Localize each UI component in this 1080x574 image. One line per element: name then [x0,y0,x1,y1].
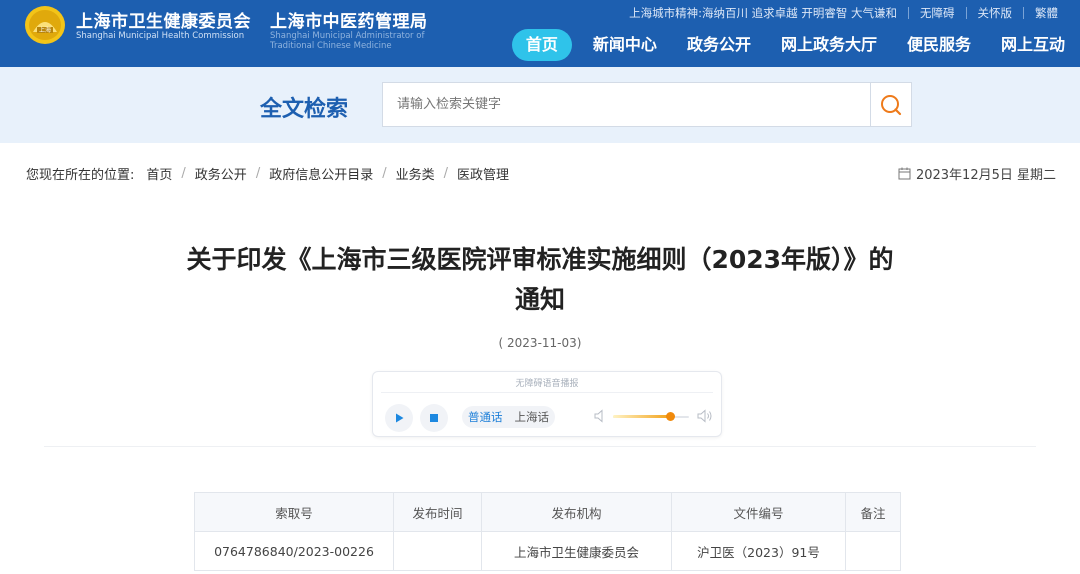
volume-slider-knob[interactable] [665,412,675,421]
org2-title-en: Shanghai Municipal Administrator of Trad… [270,31,425,51]
top-links: 上海城市精神: 海纳百川 追求卓越 开明睿智 大气谦和 无障碍 关怀版 繁體 [629,5,1058,21]
city-spirit-label: 上海城市精神: [629,6,703,20]
stop-button[interactable] [420,404,448,432]
site-header: 上海 上海市卫生健康委员会 Shanghai Municipal Health … [0,0,1080,67]
cell-publisher: 上海市卫生健康委员会 [481,531,672,571]
article-date: ( 2023-11-03) [498,336,582,350]
org1-title: 上海市卫生健康委员会 [76,12,251,32]
column-header-index-no: 索取号 [194,492,394,532]
cell-document-no: 沪卫医（2023）91号 [671,531,846,571]
breadcrumb-item-gov-affairs[interactable]: 政务公开 [195,164,247,183]
divider [965,7,967,19]
divider [1023,7,1024,19]
breadcrumb-separator: / [382,166,387,181]
org1-title-en: Shanghai Municipal Health Commission [76,31,245,41]
audio-player: 无障碍语音播报 普通话 上海话 [372,371,722,437]
search-input[interactable] [382,82,870,127]
volume-low-icon[interactable] [594,409,607,423]
article-title: 关于印发《上海市三级医院评审标准实施细则（2023年版）》的 通知 [100,240,980,320]
nav-news[interactable]: 新闻中心 [578,29,672,61]
divider [381,392,713,393]
divider [908,7,909,19]
breadcrumb-item-medical-admin[interactable]: 医政管理 [457,164,509,183]
column-header-document-no: 文件编号 [671,492,846,532]
search-icon [881,94,902,115]
current-date-text: 2023年12月5日 星期二 [915,168,1056,183]
nav-online-services[interactable]: 网上政务大厅 [766,29,892,61]
calendar-icon [898,167,911,180]
breadcrumb-separator: / [443,166,449,181]
nav-interaction[interactable]: 网上互动 [986,29,1080,61]
city-spirit-text: 海纳百川 追求卓越 开明睿智 大气谦和 [702,6,897,20]
breadcrumb-separator: / [181,166,186,181]
article-title-line2: 通知 [514,285,565,314]
breadcrumb-prefix: 您现在所在的位置: [26,168,135,183]
search-band: 全文检索 [0,67,1080,143]
search-button[interactable] [870,82,912,127]
volume-slider[interactable] [613,412,689,421]
svg-text:上海: 上海 [39,26,51,34]
cell-publish-time [393,531,482,571]
search-title: 全文检索 [260,97,349,122]
care-version-link[interactable]: 关怀版 [978,5,1013,21]
lang-option-mandarin[interactable]: 普通话 [462,409,509,425]
logo-emblem-icon[interactable]: 上海 [24,5,66,45]
volume-high-icon[interactable] [697,409,713,423]
play-icon [396,413,404,423]
current-date: 2023年12月5日 星期二 [898,164,1056,183]
table-header-row: 索取号 发布时间 发布机构 文件编号 备注 [194,492,901,532]
main-nav: 首页 新闻中心 政务公开 网上政务大厅 便民服务 网上互动 [511,29,1080,61]
cell-index-no: 0764786840/2023-00226 [194,531,394,571]
content-divider [44,446,1036,447]
nav-gov-affairs[interactable]: 政务公开 [672,29,766,61]
column-header-publish-time: 发布时间 [393,492,482,532]
dialect-toggle: 普通话 上海话 [462,406,555,428]
breadcrumb: 您现在所在的位置: 首页 / 政务公开 / 政府信息公开目录 / 业务类 / 医… [26,164,509,183]
nav-home[interactable]: 首页 [511,29,572,61]
cell-remarks [845,531,901,571]
stop-icon [430,414,438,422]
breadcrumb-item-home[interactable]: 首页 [146,164,172,183]
accessibility-link[interactable]: 无障碍 [920,5,955,21]
column-header-remarks: 备注 [845,492,901,532]
player-title: 无障碍语音播报 [515,379,579,389]
play-button[interactable] [385,404,413,432]
document-info-table: 索取号 发布时间 发布机构 文件编号 备注 0764786840/2023-00… [194,492,901,571]
column-header-publisher: 发布机构 [481,492,672,532]
nav-public-services[interactable]: 便民服务 [892,29,986,61]
breadcrumb-item-business[interactable]: 业务类 [396,164,435,183]
lang-option-shanghainese[interactable]: 上海话 [509,409,556,425]
table-row: 0764786840/2023-00226 上海市卫生健康委员会 沪卫医（202… [194,531,901,571]
org2-title: 上海市中医药管理局 [270,12,428,32]
article-title-line1: 关于印发《上海市三级医院评审标准实施细则（2023年版）》的 [186,245,894,274]
breadcrumb-separator: / [255,166,261,181]
traditional-chinese-link[interactable]: 繁體 [1035,5,1058,21]
breadcrumb-item-info-directory[interactable]: 政府信息公开目录 [269,164,373,183]
volume-slider-fill [613,415,670,418]
